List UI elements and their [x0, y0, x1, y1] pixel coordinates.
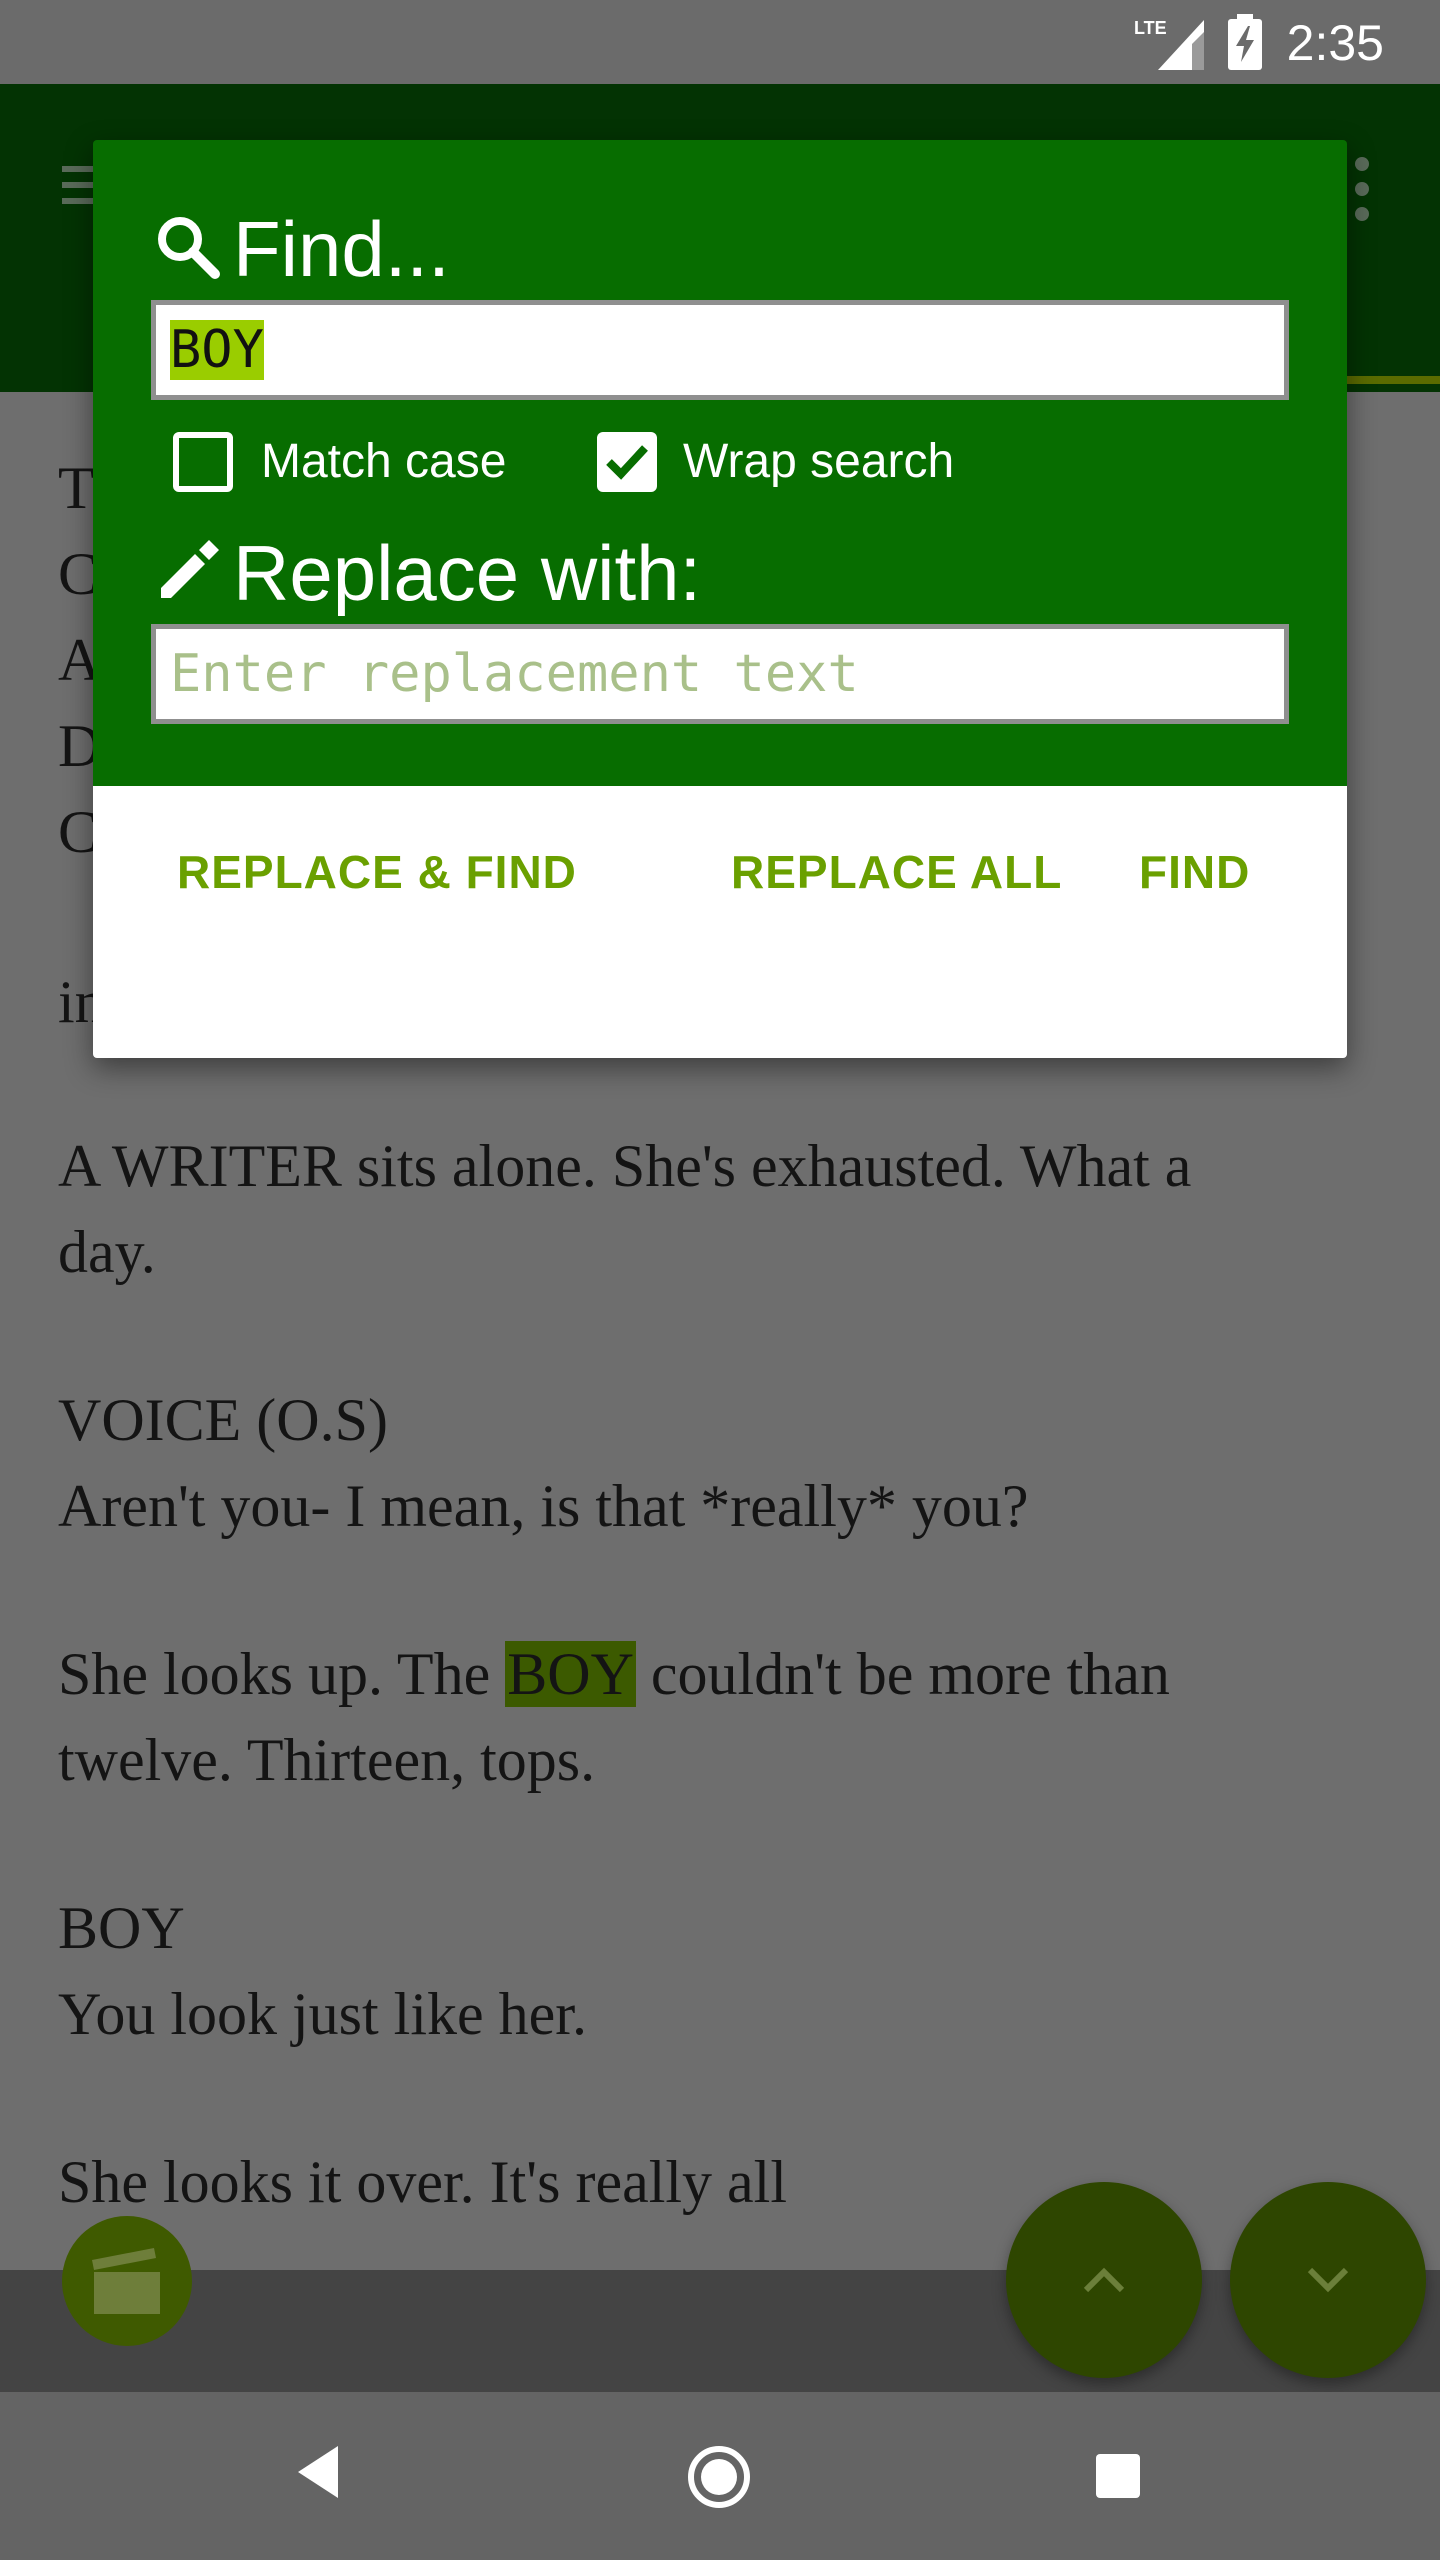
script-line: A WRITER sits alone. She's exhausted. Wh… — [58, 1133, 1192, 1199]
dialog-header: Find... BOY Match case Wrap search Repla… — [93, 140, 1347, 786]
checkmark-icon — [606, 445, 648, 480]
overflow-icon[interactable] — [1350, 154, 1374, 224]
script-line: You look just like her. — [58, 1981, 587, 2047]
status-time: 2:35 — [1286, 15, 1384, 71]
chevron-down-icon — [1307, 2267, 1349, 2293]
match-case-checkbox[interactable] — [173, 432, 233, 492]
navigation-bar — [0, 2392, 1440, 2560]
wrap-search-label[interactable]: Wrap search — [683, 432, 954, 492]
find-replace-dialog: Find... BOY Match case Wrap search Repla… — [93, 140, 1347, 1058]
script-line: T — [58, 455, 95, 521]
search-icon — [158, 217, 220, 279]
status-bar: LTE 2:35 — [0, 0, 1440, 84]
text-before-match: She looks up. The — [58, 1641, 506, 1707]
replace-title: Replace with: — [233, 529, 702, 617]
lte-signal-icon: LTE — [1134, 18, 1204, 70]
search-match-highlight: BOY — [505, 1641, 636, 1707]
pencil-icon — [161, 540, 219, 598]
replace-and-find-button[interactable]: REPLACE & FIND — [159, 832, 595, 912]
chevron-up-icon — [1083, 2267, 1125, 2293]
script-line: twelve. Thirteen, tops. — [58, 1727, 596, 1793]
match-case-label[interactable]: Match case — [261, 432, 506, 492]
script-line: day. — [58, 1219, 156, 1285]
find-button[interactable]: FIND — [1121, 832, 1268, 912]
wrap-search-checkbox[interactable] — [597, 432, 657, 492]
find-title: Find... — [233, 205, 450, 293]
bottom-toolbar — [0, 2270, 1440, 2392]
text-after-match: couldn't be more than — [635, 1641, 1170, 1707]
home-icon[interactable] — [686, 2444, 752, 2510]
previous-match-button[interactable] — [1006, 2182, 1202, 2378]
menu-icon[interactable] — [62, 158, 96, 212]
find-input-value: BOY — [170, 320, 264, 380]
clapperboard-icon — [92, 2248, 160, 2314]
replace-input[interactable]: Enter replacement text — [151, 624, 1289, 724]
recents-icon[interactable] — [1096, 2454, 1140, 2498]
script-line-highlighted: She looks up. The BOY couldn't be more t… — [58, 1640, 1170, 1709]
script-line: Aren't you- I mean, is that *really* you… — [58, 1473, 1029, 1539]
back-icon[interactable] — [294, 2442, 342, 2502]
script-line: BOY — [58, 1895, 185, 1961]
app-bar-accent — [1340, 376, 1440, 384]
script-line: She looks it over. It's really all — [58, 2149, 788, 2215]
dialog-footer — [93, 786, 1347, 1058]
next-match-button[interactable] — [1230, 2182, 1426, 2378]
script-line: VOICE (O.S) — [58, 1387, 388, 1453]
replace-all-button[interactable]: REPLACE ALL — [713, 832, 1080, 912]
battery-charging-icon — [1228, 14, 1262, 70]
svg-text:LTE: LTE — [1134, 18, 1167, 38]
find-input[interactable]: BOY — [151, 300, 1289, 400]
clapperboard-button[interactable] — [62, 2216, 192, 2346]
